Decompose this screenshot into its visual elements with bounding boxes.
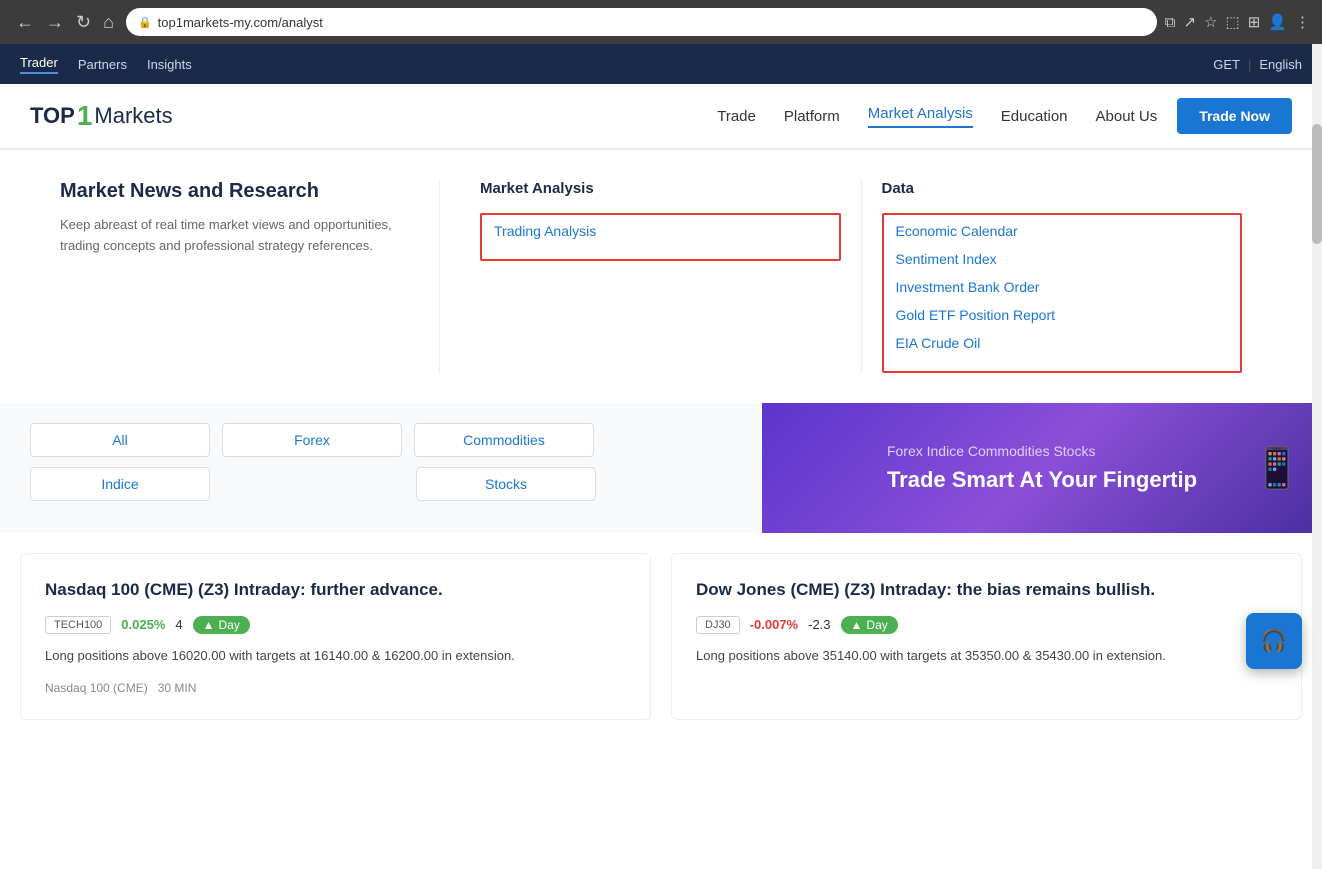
nav-partners[interactable]: Partners bbox=[78, 57, 127, 72]
logo-one: 1 bbox=[77, 100, 93, 132]
mega-col2-title: Data bbox=[882, 180, 1243, 197]
data-items-box: Economic Calendar Sentiment Index Invest… bbox=[882, 213, 1243, 373]
filter-section: All Forex Commodities Indice Stocks bbox=[0, 403, 762, 533]
article-1-footer-label: Nasdaq 100 (CME) bbox=[45, 681, 148, 695]
mega-menu-title: Market News and Research bbox=[60, 180, 399, 203]
share-icon[interactable]: ↗ bbox=[1184, 13, 1197, 31]
extensions2-icon[interactable]: ⬚ bbox=[1226, 13, 1240, 31]
browser-actions: ⧉ ↗ ☆ ⬚ ⊞ 👤 ⋮ bbox=[1165, 13, 1310, 31]
article-2-period: Day bbox=[866, 618, 887, 632]
article-2-num: -2.3 bbox=[808, 617, 830, 632]
profile-icon[interactable]: 👤 bbox=[1268, 13, 1287, 31]
browser-chrome: ← → ↻ ⌂ 🔒 top1markets-my.com/analyst ⧉ ↗… bbox=[0, 0, 1322, 44]
article-1-pct: 0.025% bbox=[121, 617, 165, 632]
banner-decoration: 📱 bbox=[1252, 445, 1302, 492]
analysis-items-box: Trading Analysis bbox=[480, 213, 841, 261]
mega-col-data: Data Economic Calendar Sentiment Index I… bbox=[882, 180, 1263, 373]
nav-trade[interactable]: Trade bbox=[717, 108, 756, 125]
scrollbar-thumb[interactable] bbox=[1312, 124, 1322, 244]
economic-calendar-link[interactable]: Economic Calendar bbox=[896, 223, 1229, 239]
up-arrow-icon-2: ▲ bbox=[851, 618, 863, 632]
article-1-meta: TECH100 0.025% 4 ▲ Day bbox=[45, 616, 626, 634]
filter-indice-button[interactable]: Indice bbox=[30, 467, 210, 501]
up-arrow-icon: ▲ bbox=[203, 618, 215, 632]
mega-col-analysis: Market Analysis Trading Analysis bbox=[480, 180, 862, 373]
mega-menu-dropdown: Market News and Research Keep abreast of… bbox=[0, 149, 1322, 403]
trade-now-button[interactable]: Trade Now bbox=[1177, 98, 1292, 134]
refresh-button[interactable]: ↻ bbox=[72, 10, 95, 35]
main-nav: Trade Platform Market Analysis Education… bbox=[717, 105, 1157, 128]
filter-all-button[interactable]: All bbox=[30, 423, 210, 457]
articles-grid: Nasdaq 100 (CME) (Z3) Intraday: further … bbox=[0, 553, 1322, 740]
filter-forex-button[interactable]: Forex bbox=[222, 423, 402, 457]
headphones-icon: 🎧 bbox=[1260, 628, 1287, 654]
filter-row-2: Indice Stocks bbox=[30, 467, 732, 501]
top-nav-left: Trader Partners Insights bbox=[20, 55, 192, 74]
article-2-day-badge: ▲ Day bbox=[841, 616, 898, 634]
investment-bank-link[interactable]: Investment Bank Order bbox=[896, 279, 1229, 295]
promo-banner: Forex Indice Commodities Stocks Trade Sm… bbox=[762, 403, 1322, 533]
extensions-icon[interactable]: ⧉ bbox=[1165, 14, 1176, 31]
scrollbar[interactable] bbox=[1312, 44, 1322, 869]
mega-menu-left: Market News and Research Keep abreast of… bbox=[60, 180, 440, 373]
banner-subtitle: Forex Indice Commodities Stocks bbox=[887, 443, 1197, 459]
get-label[interactable]: GET bbox=[1213, 57, 1240, 72]
banner-content: Forex Indice Commodities Stocks Trade Sm… bbox=[857, 423, 1227, 513]
logo[interactable]: TOP1 Markets bbox=[30, 100, 173, 132]
mega-menu-desc: Keep abreast of real time market views a… bbox=[60, 215, 399, 257]
article-1-footer-time: 30 MIN bbox=[158, 681, 197, 695]
main-header: TOP1 Markets Trade Platform Market Analy… bbox=[0, 84, 1322, 149]
back-button[interactable]: ← bbox=[12, 10, 38, 35]
article-1-title: Nasdaq 100 (CME) (Z3) Intraday: further … bbox=[45, 578, 626, 602]
article-1-footer: Nasdaq 100 (CME) 30 MIN bbox=[45, 681, 626, 695]
forward-button[interactable]: → bbox=[42, 10, 68, 35]
language-label[interactable]: English bbox=[1259, 57, 1302, 72]
gold-etf-link[interactable]: Gold ETF Position Report bbox=[896, 307, 1229, 323]
article-2-pct: -0.007% bbox=[750, 617, 798, 632]
nav-about-us[interactable]: About Us bbox=[1096, 108, 1158, 125]
nav-market-analysis[interactable]: Market Analysis bbox=[868, 105, 973, 128]
article-1-tag: TECH100 bbox=[45, 616, 111, 634]
grid-icon[interactable]: ⊞ bbox=[1248, 13, 1261, 31]
top-nav-right: GET | English bbox=[1213, 57, 1302, 72]
trading-analysis-link[interactable]: Trading Analysis bbox=[494, 223, 827, 239]
mega-col1-title: Market Analysis bbox=[480, 180, 841, 197]
divider: | bbox=[1248, 57, 1251, 72]
nav-trader[interactable]: Trader bbox=[20, 55, 58, 74]
nav-platform[interactable]: Platform bbox=[784, 108, 840, 125]
nav-education[interactable]: Education bbox=[1001, 108, 1068, 125]
article-1-body: Long positions above 16020.00 with targe… bbox=[45, 646, 626, 667]
article-card-2: Dow Jones (CME) (Z3) Intraday: the bias … bbox=[671, 553, 1302, 720]
browser-nav-buttons[interactable]: ← → ↻ ⌂ bbox=[12, 10, 118, 35]
article-1-num: 4 bbox=[175, 617, 182, 632]
support-chat-button[interactable]: 🎧 bbox=[1246, 613, 1302, 669]
filter-row-1: All Forex Commodities bbox=[30, 423, 732, 457]
sentiment-index-link[interactable]: Sentiment Index bbox=[896, 251, 1229, 267]
article-2-body: Long positions above 35140.00 with targe… bbox=[696, 646, 1277, 667]
article-1-period: Day bbox=[219, 618, 240, 632]
home-button[interactable]: ⌂ bbox=[99, 10, 118, 35]
filter-commodities-button[interactable]: Commodities bbox=[414, 423, 594, 457]
logo-markets: Markets bbox=[94, 103, 172, 129]
logo-top: TOP bbox=[30, 103, 75, 129]
filter-banner-section: All Forex Commodities Indice Stocks Fore… bbox=[0, 403, 1322, 533]
article-1-day-badge: ▲ Day bbox=[193, 616, 250, 634]
top-nav-bar: Trader Partners Insights GET | English bbox=[0, 44, 1322, 84]
eia-crude-link[interactable]: EIA Crude Oil bbox=[896, 335, 1229, 351]
article-card-1: Nasdaq 100 (CME) (Z3) Intraday: further … bbox=[20, 553, 651, 720]
article-2-tag: DJ30 bbox=[696, 616, 740, 634]
mega-menu-right: Market Analysis Trading Analysis Data Ec… bbox=[440, 180, 1262, 373]
filter-stocks-button[interactable]: Stocks bbox=[416, 467, 596, 501]
banner-title: Trade Smart At Your Fingertip bbox=[887, 467, 1197, 493]
article-2-title: Dow Jones (CME) (Z3) Intraday: the bias … bbox=[696, 578, 1277, 602]
url-text: top1markets-my.com/analyst bbox=[158, 15, 323, 30]
lock-icon: 🔒 bbox=[138, 16, 152, 29]
article-2-meta: DJ30 -0.007% -2.3 ▲ Day bbox=[696, 616, 1277, 634]
bookmark-icon[interactable]: ☆ bbox=[1204, 13, 1217, 31]
menu-icon[interactable]: ⋮ bbox=[1295, 13, 1310, 31]
address-bar[interactable]: 🔒 top1markets-my.com/analyst bbox=[126, 8, 1157, 36]
nav-insights[interactable]: Insights bbox=[147, 57, 192, 72]
